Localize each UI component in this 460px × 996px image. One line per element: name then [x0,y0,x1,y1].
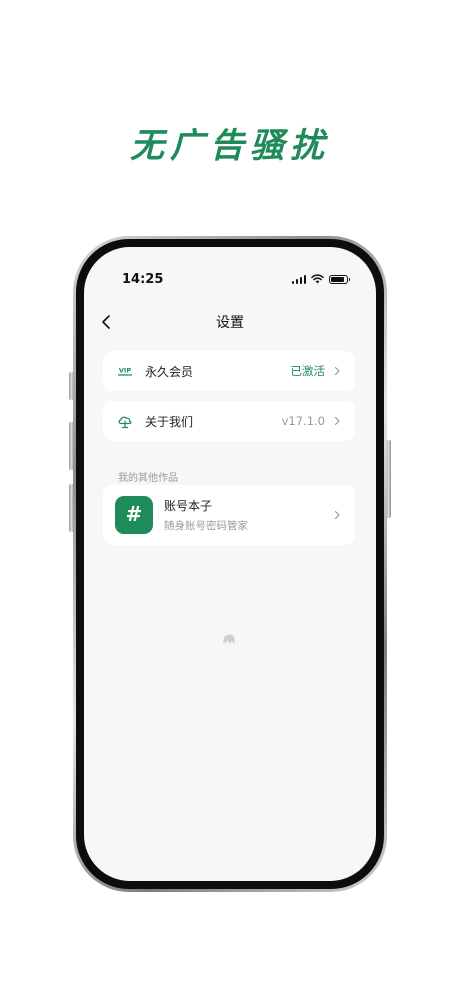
settings-row-about[interactable]: 关于我们 v17.1.0 [103,401,355,441]
wifi-icon [311,274,324,284]
vip-icon: VIP [117,363,133,379]
battery-icon [329,274,350,284]
svg-text:VIP: VIP [119,367,131,375]
other-app-text: 账号本子 随身账号密码管家 [164,497,331,533]
elephant-icon [222,634,235,644]
chevron-right-icon [334,366,340,376]
other-app-name: 账号本子 [164,499,213,513]
membership-status: 已激活 [290,364,326,378]
other-app-row[interactable]: # 账号本子 随身账号密码管家 [103,485,355,545]
app-version: v17.1.0 [281,414,325,428]
phone-screen: 14:25 设置 VIP 永久会员 已激活 关于我们 v17.1.0 我的其他作… [84,247,376,881]
cellular-signal-icon [291,274,306,284]
svg-text:#: # [126,504,143,526]
phone-frame: 14:25 设置 VIP 永久会员 已激活 关于我们 v17.1.0 我的其他作… [73,236,387,892]
phone-bezel: 14:25 设置 VIP 永久会员 已激活 关于我们 v17.1.0 我的其他作… [76,239,384,889]
other-app-description: 随身账号密码管家 [164,520,248,532]
hash-icon: # [115,496,153,534]
status-bar: 14:25 [84,247,376,297]
status-time: 14:25 [122,272,164,287]
cloud-tree-icon [117,413,133,429]
membership-label: 永久会员 [145,364,194,379]
section-label-other-works: 我的其他作品 [118,473,178,484]
about-label: 关于我们 [145,414,194,429]
chevron-right-icon [334,510,340,520]
headline: 无广告骚扰 [130,126,330,166]
page-title: 设置 [216,315,244,331]
chevron-right-icon [334,416,340,426]
status-icons [291,274,350,284]
nav-bar: 设置 [84,305,376,337]
settings-row-membership[interactable]: VIP 永久会员 已激活 [103,351,355,391]
